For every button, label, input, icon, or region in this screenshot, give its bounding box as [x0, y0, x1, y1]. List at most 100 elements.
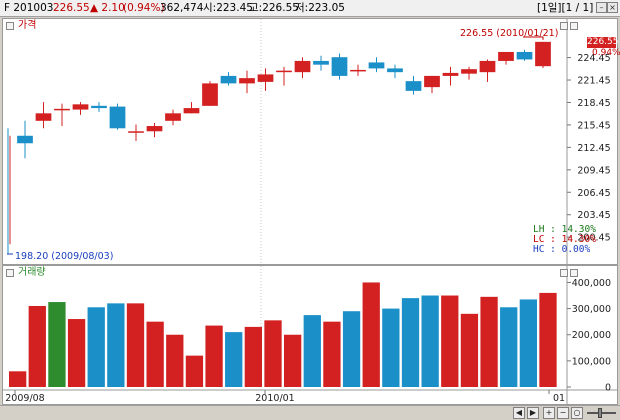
- candle-body: [183, 108, 200, 114]
- candle-body: [72, 104, 89, 110]
- zoom-reset-icon[interactable]: ○: [571, 407, 583, 419]
- candle-body: [17, 135, 33, 144]
- volume-bar: [225, 332, 243, 387]
- volume-bar: [185, 355, 204, 387]
- price-change-percent: (0.94%): [123, 2, 165, 14]
- volume-value: 362,474: [160, 2, 204, 14]
- volume-bar: [303, 315, 321, 387]
- volume-pane-toggle-icon[interactable]: [6, 269, 14, 277]
- candle-body: [165, 113, 181, 121]
- candle-body: [91, 105, 107, 109]
- candle-body: [461, 69, 477, 74]
- candle-body: [257, 74, 274, 82]
- candle-body: [535, 41, 551, 67]
- volume-bar: [382, 308, 400, 387]
- price-pane-settings-icon[interactable]: [560, 22, 568, 30]
- low-price: 저:223.05: [295, 2, 345, 14]
- last-price-tag: 226.55: [587, 37, 619, 48]
- price-tick-label: 203.45: [577, 210, 610, 221]
- high-price: 고:226.55: [249, 2, 299, 14]
- candle-body: [405, 81, 422, 91]
- candle-body: [516, 51, 533, 60]
- candle-body: [350, 69, 366, 72]
- price-pane: 200.45 203.45 206.45 209.45 212.45 215.45 218.…: [2, 18, 620, 265]
- volume-pane-settings-icon[interactable]: [560, 269, 568, 277]
- volume-bar: [264, 320, 282, 387]
- volume-pane-close-icon[interactable]: [570, 269, 578, 277]
- candle-body: [35, 113, 52, 121]
- volume-pane: 0 100,000 200,000 300,000 400,000 2009/08 2010…: [2, 265, 618, 405]
- candle-body: [276, 70, 292, 73]
- zoom-in-icon[interactable]: +: [543, 407, 555, 419]
- volume-bar: [166, 334, 184, 387]
- chart-scrollbar[interactable]: ◀ ▶ + − ○: [0, 405, 620, 420]
- volume-bar: [107, 303, 125, 387]
- volume-bar: [480, 296, 498, 387]
- price-tick-label: 215.45: [577, 120, 610, 131]
- candle-body: [387, 68, 403, 73]
- price-pane-close-icon[interactable]: [570, 22, 578, 30]
- minimize-icon[interactable]: –: [596, 2, 607, 13]
- period-page-indicator[interactable]: [1일][1 / 1]: [537, 2, 593, 14]
- candle-body: [220, 75, 237, 84]
- price-tick-label: 221.45: [577, 76, 610, 87]
- time-tick-label: 01: [553, 393, 565, 404]
- scroll-right-icon[interactable]: ▶: [527, 407, 539, 419]
- candle-body: [109, 106, 126, 129]
- zoom-out-icon[interactable]: −: [557, 407, 569, 419]
- volume-bar: [519, 299, 537, 387]
- volume-tick-label: 300,000: [572, 304, 611, 315]
- candle-body: [128, 131, 144, 133]
- current-price: 226.55: [53, 2, 90, 14]
- price-chart: 200.45203.45206.45209.45212.45215.45218.…: [7, 19, 611, 264]
- price-tick-label: 206.45: [577, 188, 610, 199]
- price-pane-toggle-icon[interactable]: [6, 22, 14, 30]
- volume-bar: [48, 302, 66, 387]
- stat-hc: HC : 0.00%: [533, 244, 591, 255]
- time-tick-label: 2010/01: [255, 393, 294, 404]
- volume-bar: [342, 311, 361, 387]
- volume-bar: [460, 313, 479, 387]
- volume-bar: [9, 371, 27, 387]
- open-price: 시:223.45: [203, 2, 253, 14]
- candle-body: [146, 126, 163, 132]
- volume-bar: [244, 326, 262, 387]
- price-tick-label: 218.45: [577, 98, 610, 109]
- candle-body: [331, 57, 348, 76]
- volume-bar: [146, 321, 164, 387]
- candle-body: [202, 83, 218, 106]
- last-change-tag: 0.94%: [592, 48, 620, 58]
- volume-bar: [401, 298, 420, 387]
- volume-bar: [126, 303, 145, 387]
- volume-bar: [500, 307, 518, 387]
- volume-bar: [441, 295, 459, 387]
- volume-chart: 0 100,000 200,000 300,000 400,000 2009/08 2010…: [3, 266, 617, 404]
- scroll-left-icon[interactable]: ◀: [513, 407, 525, 419]
- candle-body: [479, 60, 496, 73]
- price-tick-label: 209.45: [577, 165, 610, 176]
- price-change: ▲ 2.10: [90, 2, 125, 14]
- volume-tick-label: 400,000: [572, 278, 611, 289]
- volume-tick-label: 0: [605, 383, 611, 394]
- volume-bar: [421, 295, 439, 387]
- time-tick-label: 2009/08: [5, 393, 44, 404]
- volume-pane-title: 거래량: [18, 267, 46, 278]
- volume-bar: [539, 292, 557, 387]
- candle-body: [424, 75, 440, 88]
- candle-body: [442, 72, 459, 76]
- zoom-slider-handle[interactable]: [598, 408, 602, 418]
- price-tick-label: 212.45: [577, 143, 610, 154]
- volume-bar: [362, 282, 380, 387]
- price-pane-title: 가격: [18, 20, 37, 31]
- volume-tick-label: 100,000: [572, 356, 611, 367]
- candle-body: [54, 108, 70, 111]
- low-annotation: 198.20 (2009/08/03): [15, 251, 114, 262]
- volume-bar: [205, 325, 223, 387]
- close-icon[interactable]: ×: [607, 2, 618, 13]
- candle-body: [239, 78, 255, 84]
- quote-header: F 201003 226.55 ▲ 2.10 (0.94%) 362,474 시…: [0, 0, 620, 17]
- volume-tick-label: 200,000: [572, 330, 611, 341]
- volume-bar: [28, 305, 46, 387]
- candle-body: [498, 51, 514, 61]
- volume-bar: [323, 321, 341, 387]
